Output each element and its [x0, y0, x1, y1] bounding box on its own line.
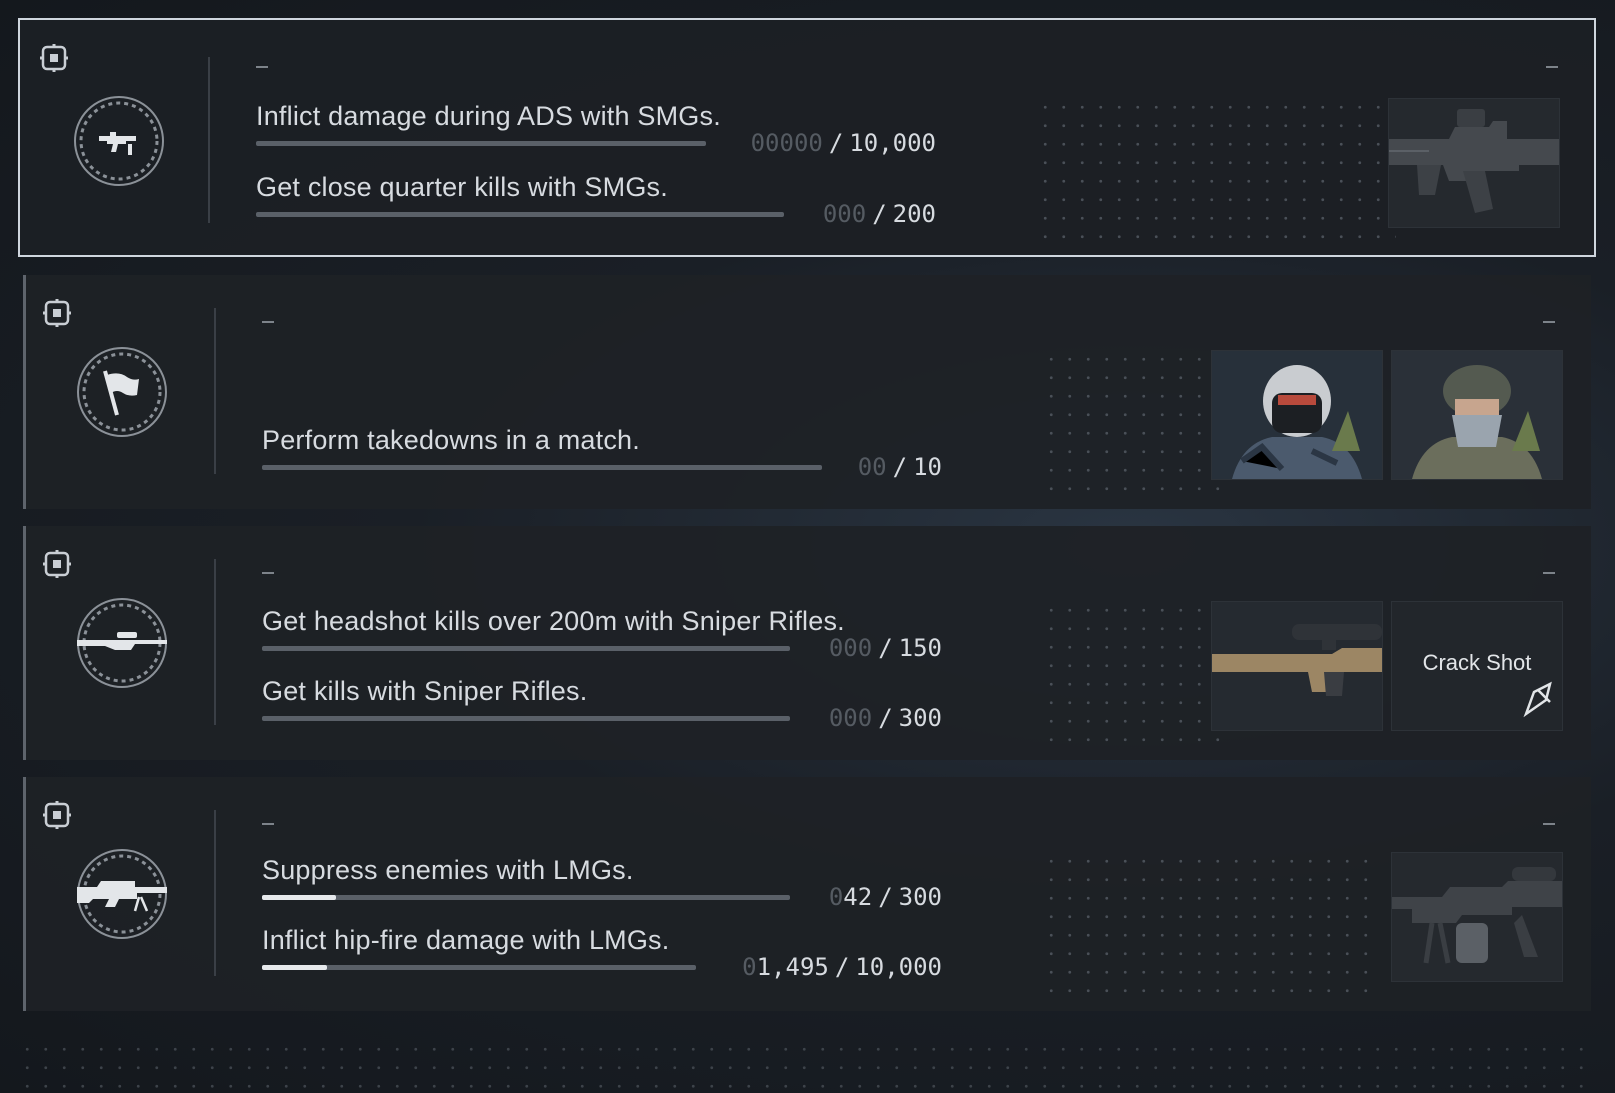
- pen-icon: [1523, 681, 1552, 718]
- dot-pattern: [1042, 601, 1222, 751]
- progress-bar: [262, 716, 790, 721]
- challenge-card-takedowns[interactable]: Perform takedowns in a match. 00/10: [23, 275, 1591, 509]
- dot-pattern: [1036, 98, 1396, 248]
- progress-fill: [262, 965, 328, 970]
- objective: Perform takedowns in a match. 00/10: [262, 425, 942, 487]
- progress-bar: [262, 465, 822, 470]
- progress-fill: [262, 895, 336, 900]
- objective-text: Inflict damage during ADS with SMGs.: [256, 101, 721, 131]
- objective: Inflict hip-fire damage with LMGs. 01,49…: [262, 925, 942, 987]
- challenge-card-smg[interactable]: Inflict damage during ADS with SMGs. 000…: [18, 18, 1596, 257]
- dot-pattern: [1042, 852, 1382, 1002]
- objective-text: Inflict hip-fire damage with LMGs.: [262, 925, 670, 955]
- objective: Get headshot kills over 200m with Sniper…: [262, 606, 942, 668]
- progress-bar: [262, 965, 696, 970]
- objective: Get close quarter kills with SMGs. 000/2…: [256, 172, 936, 234]
- pin-icon[interactable]: [43, 801, 71, 829]
- progress-bar: [256, 141, 706, 146]
- objective: Suppress enemies with LMGs. 042/300: [262, 855, 942, 917]
- progress-count: 000/300: [828, 704, 942, 732]
- progress-count: 000/200: [822, 200, 936, 228]
- lmg-icon: [77, 849, 167, 939]
- dot-pattern: [18, 1040, 1598, 1090]
- progress-count: 00/10: [857, 453, 942, 481]
- sniper-rifle-image[interactable]: [1211, 601, 1383, 731]
- objective-text: Get headshot kills over 200m with Sniper…: [262, 606, 845, 636]
- objective-text: Perform takedowns in a match.: [262, 425, 640, 455]
- flag-icon: [77, 347, 167, 437]
- challenge-card-lmg[interactable]: Suppress enemies with LMGs. 042/300 Infl…: [23, 777, 1591, 1011]
- challenge-card-sniper[interactable]: Get headshot kills over 200m with Sniper…: [23, 526, 1591, 760]
- pin-icon[interactable]: [43, 550, 71, 578]
- title-card[interactable]: Crack Shot: [1391, 601, 1563, 731]
- progress-bar: [262, 895, 790, 900]
- smg-icon: [74, 96, 164, 186]
- objective: Inflict damage during ADS with SMGs. 000…: [256, 101, 936, 163]
- smg-weapon-image[interactable]: [1388, 98, 1560, 228]
- sniper-icon: [77, 598, 167, 688]
- lmg-weapon-image[interactable]: [1391, 852, 1563, 982]
- progress-count: 00000/10,000: [750, 129, 936, 157]
- progress-bar: [256, 212, 784, 217]
- pin-icon[interactable]: [40, 44, 68, 72]
- progress-count: 01,495/10,000: [742, 953, 942, 981]
- progress-count: 042/300: [828, 883, 942, 911]
- dot-pattern: [1042, 350, 1222, 500]
- progress-bar: [262, 646, 790, 651]
- progress-count: 000/150: [828, 634, 942, 662]
- objective: Get kills with Sniper Rifles. 000/300: [262, 676, 942, 738]
- pin-icon[interactable]: [43, 299, 71, 327]
- objective-text: Get close quarter kills with SMGs.: [256, 172, 668, 202]
- objective-text: Get kills with Sniper Rifles.: [262, 676, 588, 706]
- operator-helmet-image[interactable]: [1211, 350, 1383, 480]
- operator-mask-image[interactable]: [1391, 350, 1563, 480]
- objective-text: Suppress enemies with LMGs.: [262, 855, 634, 885]
